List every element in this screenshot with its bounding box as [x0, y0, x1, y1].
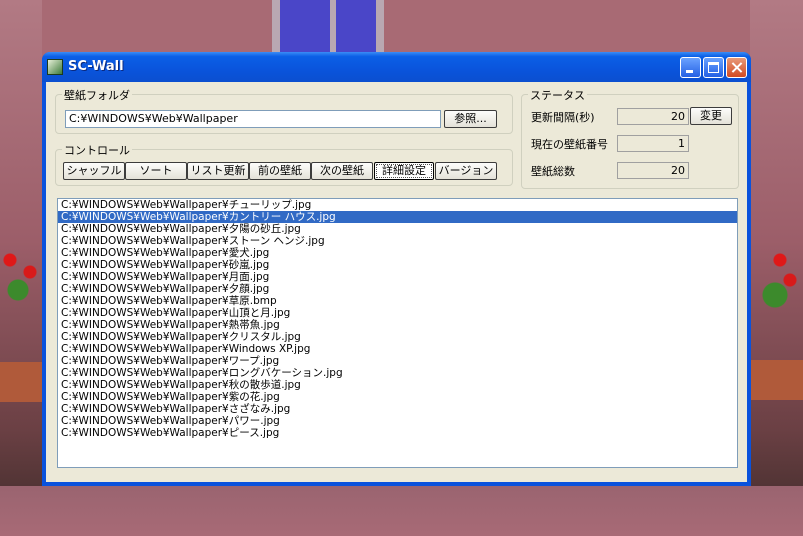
list-item[interactable]: C:¥WINDOWS¥Web¥Wallpaper¥チューリップ.jpg	[58, 199, 737, 211]
browse-button[interactable]: 参照...	[444, 110, 497, 128]
close-icon[interactable]	[726, 57, 747, 78]
list-item[interactable]: C:¥WINDOWS¥Web¥Wallpaper¥夕顔.jpg	[58, 283, 737, 295]
list-item[interactable]: C:¥WINDOWS¥Web¥Wallpaper¥草原.bmp	[58, 295, 737, 307]
app-icon[interactable]	[47, 59, 63, 75]
folder-group-label: 壁紙フォルダ	[62, 87, 132, 103]
list-item[interactable]: C:¥WINDOWS¥Web¥Wallpaper¥秋の散歩道.jpg	[58, 379, 737, 391]
window-title: SC-Wall	[68, 59, 124, 74]
window-client-area: 壁紙フォルダ C:¥WINDOWS¥Web¥Wallpaper 参照... コン…	[46, 82, 747, 482]
interval-value: 20	[617, 108, 689, 125]
list-item[interactable]: C:¥WINDOWS¥Web¥Wallpaper¥ストーン ヘンジ.jpg	[58, 235, 737, 247]
status-group: ステータス 更新間隔(秒) 20 変更 現在の壁紙番号 1 壁紙総数 20	[521, 87, 739, 189]
wallpaper-file-list[interactable]: C:¥WINDOWS¥Web¥Wallpaper¥チューリップ.jpg C:¥WI…	[57, 198, 738, 468]
interval-label: 更新間隔(秒)	[531, 111, 595, 124]
list-item[interactable]: C:¥WINDOWS¥Web¥Wallpaper¥山頂と月.jpg	[58, 307, 737, 319]
list-item[interactable]: C:¥WINDOWS¥Web¥Wallpaper¥カントリー ハウス.jpg	[58, 211, 737, 223]
refresh-list-button[interactable]: リスト更新	[187, 162, 249, 180]
change-interval-button[interactable]: 変更	[690, 107, 732, 125]
wallpaper-window-decoration	[272, 0, 384, 52]
list-item[interactable]: C:¥WINDOWS¥Web¥Wallpaper¥砂嵐.jpg	[58, 259, 737, 271]
previous-wallpaper-button[interactable]: 前の壁紙	[249, 162, 311, 180]
list-item[interactable]: C:¥WINDOWS¥Web¥Wallpaper¥ピース.jpg	[58, 427, 737, 439]
list-item[interactable]: C:¥WINDOWS¥Web¥Wallpaper¥月面.jpg	[58, 271, 737, 283]
list-item[interactable]: C:¥WINDOWS¥Web¥Wallpaper¥ワープ.jpg	[58, 355, 737, 367]
advanced-settings-button[interactable]: 詳細設定	[374, 162, 434, 180]
folder-group: 壁紙フォルダ C:¥WINDOWS¥Web¥Wallpaper 参照...	[55, 87, 513, 134]
folder-path-field[interactable]: C:¥WINDOWS¥Web¥Wallpaper	[65, 110, 441, 128]
list-item[interactable]: C:¥WINDOWS¥Web¥Wallpaper¥パワー.jpg	[58, 415, 737, 427]
total-wallpapers-value: 20	[617, 162, 689, 179]
next-wallpaper-button[interactable]: 次の壁紙	[311, 162, 373, 180]
list-item[interactable]: C:¥WINDOWS¥Web¥Wallpaper¥ロングバケーション.jpg	[58, 367, 737, 379]
app-window: SC-Wall 壁紙フォルダ C:¥WINDOWS¥Web¥Wallpaper …	[42, 52, 751, 486]
desktop-wallpaper-bottom	[0, 486, 803, 536]
shuffle-button[interactable]: シャッフル	[63, 162, 125, 180]
wallpaper-pot-right	[750, 360, 803, 400]
wallpaper-pot-left	[0, 362, 44, 402]
total-wallpapers-label: 壁紙総数	[531, 165, 575, 178]
list-item[interactable]: C:¥WINDOWS¥Web¥Wallpaper¥クリスタル.jpg	[58, 331, 737, 343]
maximize-icon[interactable]	[703, 57, 724, 78]
list-item[interactable]: C:¥WINDOWS¥Web¥Wallpaper¥熱帯魚.jpg	[58, 319, 737, 331]
current-wallpaper-value: 1	[617, 135, 689, 152]
list-item[interactable]: C:¥WINDOWS¥Web¥Wallpaper¥Windows XP.jpg	[58, 343, 737, 355]
wallpaper-flowers-right	[750, 250, 803, 370]
list-item[interactable]: C:¥WINDOWS¥Web¥Wallpaper¥夕陽の砂丘.jpg	[58, 223, 737, 235]
control-group-label: コントロール	[62, 142, 132, 158]
sort-button[interactable]: ソート	[125, 162, 187, 180]
list-item[interactable]: C:¥WINDOWS¥Web¥Wallpaper¥紫の花.jpg	[58, 391, 737, 403]
minimize-icon[interactable]	[680, 57, 701, 78]
control-group: コントロール シャッフル ソート リスト更新 前の壁紙 次の壁紙 詳細設定 バー…	[55, 142, 513, 186]
wallpaper-flowers-left	[0, 250, 44, 370]
title-bar[interactable]: SC-Wall	[42, 52, 751, 82]
version-button[interactable]: バージョン	[435, 162, 497, 180]
status-group-label: ステータス	[528, 87, 587, 103]
list-item[interactable]: C:¥WINDOWS¥Web¥Wallpaper¥さざなみ.jpg	[58, 403, 737, 415]
list-item[interactable]: C:¥WINDOWS¥Web¥Wallpaper¥愛犬.jpg	[58, 247, 737, 259]
current-wallpaper-label: 現在の壁紙番号	[531, 138, 608, 151]
